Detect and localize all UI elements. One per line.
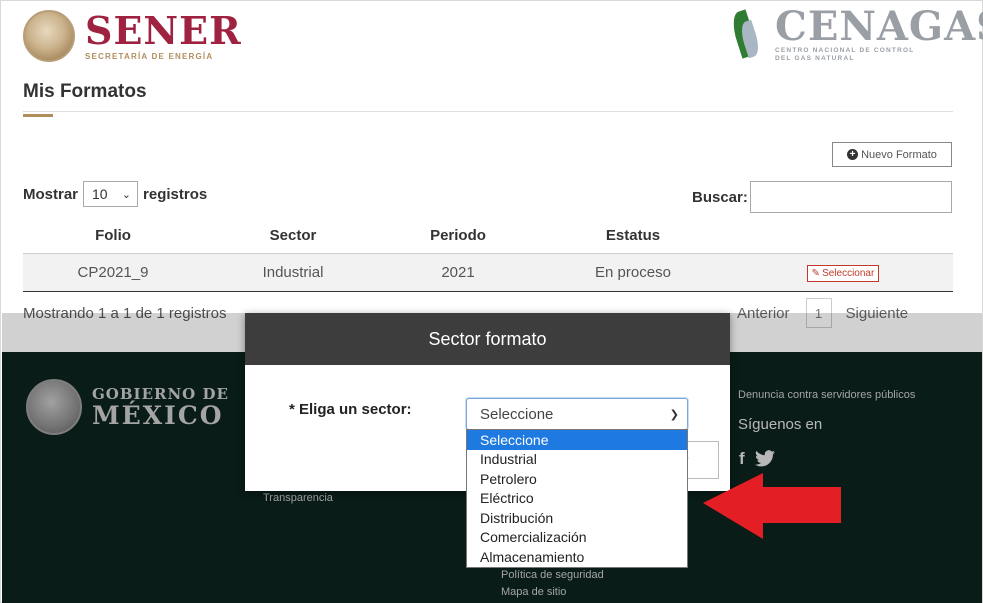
- cenagas-wordmark: CENAGAS: [775, 3, 983, 50]
- new-format-button[interactable]: + Nuevo Formato: [832, 142, 952, 167]
- select-row-label: Seleccionar: [822, 267, 875, 279]
- cell-action: ✎ Seleccionar: [733, 253, 953, 292]
- search-control: Buscar:: [692, 181, 952, 213]
- sector-option-petrolero[interactable]: Petrolero: [467, 469, 687, 489]
- column-header-folio[interactable]: Folio: [23, 219, 203, 254]
- select-row-button[interactable]: ✎ Seleccionar: [806, 264, 880, 282]
- column-header-sector[interactable]: Sector: [203, 219, 383, 254]
- sector-select-value: Seleccione: [480, 405, 554, 423]
- page-title: Mis Formatos: [23, 81, 147, 102]
- new-format-label: Nuevo Formato: [861, 148, 937, 161]
- cenagas-subtitle-2: DEL GAS NATURAL: [775, 55, 855, 62]
- sector-option-seleccione[interactable]: Seleccione: [467, 430, 687, 450]
- column-header-actions: [733, 219, 953, 254]
- red-arrow-annotation: [703, 473, 841, 539]
- modal-title: Sector formato: [245, 313, 730, 365]
- page-length-control: Mostrar 10 ⌄ registros: [23, 181, 207, 207]
- chevron-down-icon: ❯: [669, 408, 679, 421]
- search-label: Buscar:: [692, 188, 748, 206]
- sector-field-label: * Eliga un sector:: [289, 401, 412, 418]
- column-header-periodo[interactable]: Periodo: [383, 219, 533, 254]
- table-header-row: Folio Sector Periodo Estatus: [23, 219, 953, 254]
- cell-sector: Industrial: [203, 253, 383, 292]
- page: SENER SECRETARÍA DE ENERGÍA CENAGAS CENT…: [0, 0, 983, 603]
- cell-periodo: 2021: [383, 253, 533, 292]
- title-divider: [23, 111, 953, 112]
- sector-option-comercializacion[interactable]: Comercialización: [467, 528, 687, 548]
- sector-option-distribucion[interactable]: Distribución: [467, 508, 687, 528]
- sector-dropdown-list: Seleccione Industrial Petrolero Eléctric…: [466, 429, 688, 568]
- cenagas-logo: CENAGAS CENTRO NACIONAL DE CONTROL DEL G…: [725, 7, 983, 63]
- sector-option-electrico[interactable]: Eléctrico: [467, 489, 687, 509]
- show-prefix: Mostrar: [23, 185, 79, 203]
- edit-icon: ✎: [811, 267, 821, 279]
- sector-select[interactable]: Seleccione ❯: [466, 398, 688, 430]
- table-row: CP2021_9 Industrial 2021 En proceso ✎ Se…: [23, 253, 953, 292]
- formats-table: Folio Sector Periodo Estatus CP2021_9 In…: [23, 219, 953, 292]
- cell-folio: CP2021_9: [23, 253, 203, 292]
- cell-estatus: En proceso: [533, 253, 733, 292]
- sector-option-industrial[interactable]: Industrial: [467, 450, 687, 470]
- sener-wordmark: SENER: [85, 7, 242, 53]
- sener-logo: SENER SECRETARÍA DE ENERGÍA: [23, 7, 242, 62]
- sener-subtitle: SECRETARÍA DE ENERGÍA: [85, 51, 214, 61]
- search-input[interactable]: [749, 181, 952, 213]
- sector-option-almacenamiento[interactable]: Almacenamiento: [467, 547, 687, 567]
- plus-circle-icon: +: [847, 149, 859, 160]
- page-length-select[interactable]: 10 ⌄: [83, 181, 139, 207]
- chevron-down-icon: ⌄: [121, 188, 132, 201]
- column-header-estatus[interactable]: Estatus: [533, 219, 733, 254]
- flame-icon: [725, 7, 767, 63]
- mexico-seal-icon: [23, 10, 75, 62]
- page-length-value: 10: [92, 186, 108, 202]
- title-accent-bar: [23, 114, 53, 117]
- show-suffix: registros: [143, 185, 208, 203]
